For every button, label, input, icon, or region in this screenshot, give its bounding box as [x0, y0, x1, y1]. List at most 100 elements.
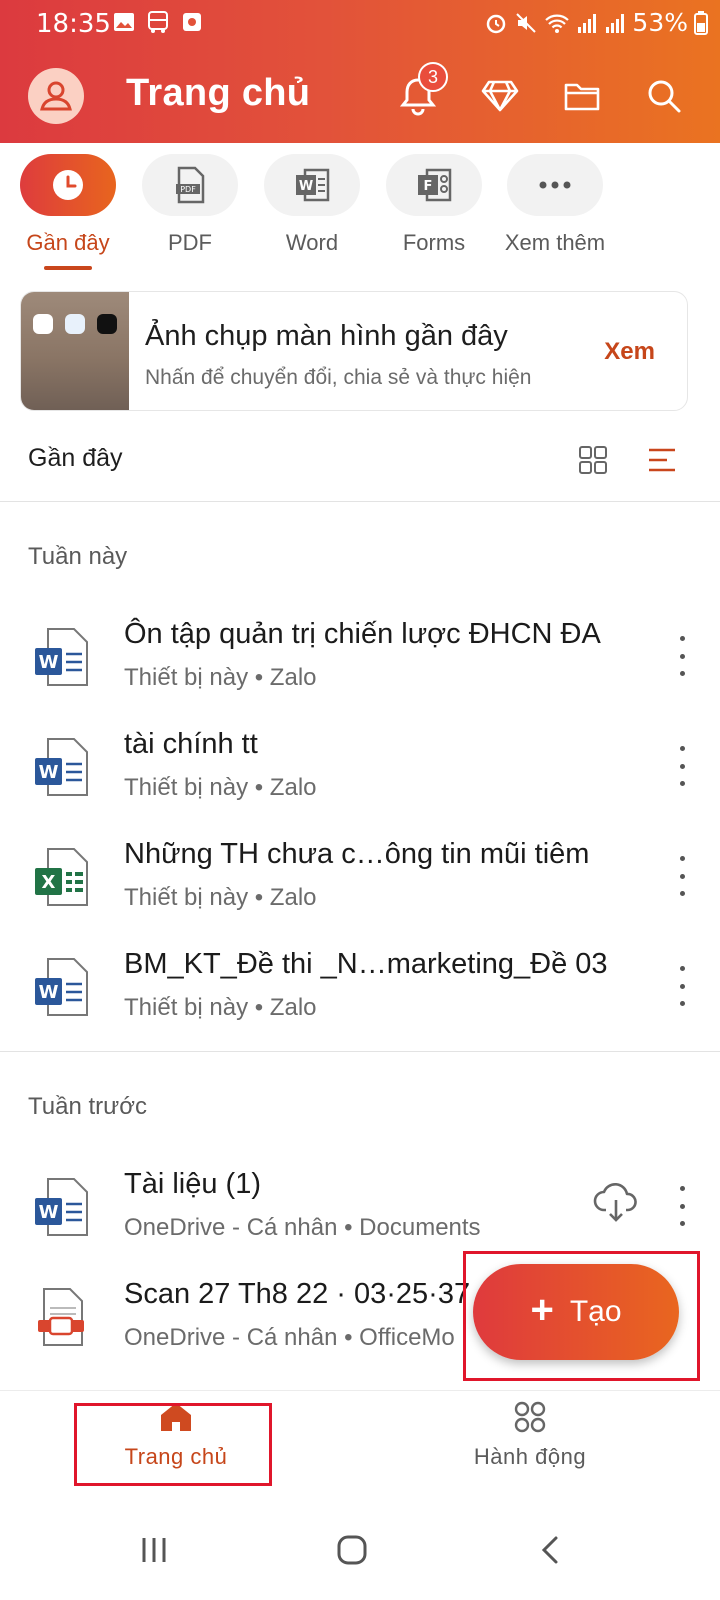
- signal-2-icon: [606, 13, 625, 33]
- file-name: Những TH chưa c…ông tin mũi tiêm: [124, 838, 590, 870]
- file-location: OneDrive - Cá nhân • Documents: [124, 1214, 481, 1241]
- screenshot-thumbnail: [21, 292, 129, 410]
- system-navigation-bar: [0, 1500, 720, 1600]
- onedrive-app-icon: [65, 314, 85, 334]
- category-pill: [507, 154, 603, 216]
- nav-actions-label: Hành động: [473, 1444, 587, 1469]
- category-label: PDF: [168, 230, 212, 255]
- home-circle-icon: [337, 1535, 367, 1565]
- file-name: Ôn tập quản trị chiến lược ĐHCN ĐA: [124, 618, 601, 650]
- category-pill: [20, 154, 116, 216]
- back-button[interactable]: [520, 1520, 580, 1580]
- search-button[interactable]: [636, 68, 692, 124]
- recent-screenshot-card[interactable]: Ảnh chụp màn hình gần đây Nhấn để chuyển…: [20, 291, 688, 411]
- file-name: Tài liệu (1): [124, 1168, 261, 1200]
- status-system-icons: 53%: [484, 8, 708, 37]
- svg-text:PDF: PDF: [180, 185, 196, 194]
- category-label: Xem thêm: [504, 230, 606, 255]
- word-file-icon: W: [35, 958, 88, 1016]
- file-row[interactable]: W Tài liệu (1) OneDrive - Cá nhân • Docu…: [0, 1148, 720, 1258]
- more-horizontal-icon: [539, 181, 571, 189]
- notification-badge: 3: [418, 62, 448, 92]
- category-forms[interactable]: F Forms: [374, 154, 494, 274]
- file-more-options-button[interactable]: [670, 856, 694, 896]
- status-time: 18:35: [36, 9, 111, 39]
- recent-apps-button[interactable]: [124, 1520, 184, 1580]
- svg-text:F: F: [424, 179, 433, 194]
- recent-apps-icon: [142, 1538, 166, 1562]
- screenshot-card-subtitle: Nhấn để chuyển đổi, chia sẻ và thực hiện: [145, 366, 532, 389]
- battery-level: 53%: [632, 8, 688, 37]
- folder-button[interactable]: [554, 68, 610, 124]
- section-title-last-week: Tuần trước: [28, 1093, 147, 1120]
- file-location: Thiết bị này • Zalo: [124, 994, 317, 1021]
- premium-button[interactable]: [472, 68, 528, 124]
- user-icon: [40, 81, 72, 111]
- bus-icon: [148, 11, 168, 33]
- view-screenshot-button[interactable]: Xem: [604, 338, 655, 366]
- pdf-icon: PDF: [176, 166, 205, 204]
- category-pill: F: [386, 154, 482, 216]
- section-divider: [0, 1051, 720, 1052]
- svg-text:W: W: [39, 762, 59, 783]
- scan-file-icon: [38, 1288, 84, 1346]
- category-label: Forms: [402, 230, 466, 255]
- category-filter-row: Gần đây PDF PDF W Word F Forms Xem thêm: [0, 154, 720, 274]
- file-row[interactable]: W Ôn tập quản trị chiến lược ĐHCN ĐA Thi…: [0, 598, 720, 708]
- svg-text:W: W: [39, 982, 59, 1003]
- svg-text:W: W: [39, 652, 59, 673]
- file-more-options-button[interactable]: [670, 1186, 694, 1226]
- cloud-download-icon[interactable]: [592, 1178, 640, 1226]
- file-name: Scan 27 Th8 22 · 03·25·37: [124, 1278, 471, 1310]
- plus-icon: +: [530, 1287, 554, 1332]
- back-chevron-icon: [541, 1536, 558, 1564]
- file-name: BM_KT_Đề thi _N…marketing_Đề 03: [124, 948, 608, 980]
- svg-text:W: W: [299, 179, 313, 194]
- home-system-button[interactable]: [322, 1520, 382, 1580]
- forms-icon: F: [418, 168, 452, 202]
- grid-icon: [579, 446, 607, 474]
- create-button[interactable]: + Tạo: [473, 1264, 679, 1360]
- screen-record-icon: [183, 13, 201, 31]
- list-icon: [649, 448, 675, 472]
- active-category-indicator: [44, 266, 92, 270]
- recent-heading: Gần đây: [28, 444, 123, 472]
- create-button-label: Tạo: [569, 1295, 622, 1328]
- netflix-app-icon: [97, 314, 117, 334]
- file-row[interactable]: W tài chính tt Thiết bị này • Zalo: [0, 708, 720, 818]
- file-row[interactable]: W BM_KT_Đề thi _N…marketing_Đề 03 Thiết …: [0, 928, 720, 1038]
- apps-grid-icon: [514, 1401, 546, 1433]
- page-title: Trang chủ: [126, 72, 311, 114]
- category-more[interactable]: Xem thêm: [495, 154, 615, 274]
- recent-toolbar: Gần đây: [0, 430, 720, 502]
- clock-icon: [53, 170, 83, 200]
- category-recent[interactable]: Gần đây: [8, 154, 128, 274]
- battery-icon: [694, 10, 708, 35]
- file-more-options-button[interactable]: [670, 746, 694, 786]
- category-word[interactable]: W Word: [252, 154, 372, 274]
- alarm-icon: [487, 14, 506, 33]
- category-pdf[interactable]: PDF PDF: [130, 154, 250, 274]
- notifications-button[interactable]: 3: [390, 62, 448, 124]
- file-location: Thiết bị này • Zalo: [124, 884, 317, 911]
- status-notification-icons: [112, 10, 204, 34]
- file-more-options-button[interactable]: [670, 636, 694, 676]
- category-pill: W: [264, 154, 360, 216]
- grid-view-button[interactable]: [571, 438, 615, 482]
- folder-icon: [564, 83, 600, 111]
- home-nav-highlight: [74, 1403, 272, 1486]
- file-row[interactable]: X Những TH chưa c…ông tin mũi tiêm Thiết…: [0, 818, 720, 928]
- screenshot-card-title: Ảnh chụp màn hình gần đây: [145, 320, 508, 352]
- file-location: Thiết bị này • Zalo: [124, 774, 317, 801]
- mute-icon: [516, 12, 537, 33]
- category-label: Word: [285, 230, 339, 255]
- word-file-icon: W: [35, 628, 88, 686]
- list-view-button[interactable]: [640, 438, 684, 482]
- category-pill: PDF: [142, 154, 238, 216]
- file-more-options-button[interactable]: [670, 966, 694, 1006]
- word-file-icon: W: [35, 1178, 88, 1236]
- svg-text:X: X: [42, 872, 56, 893]
- avatar[interactable]: [28, 68, 84, 124]
- nav-actions[interactable]: Hành động: [430, 1401, 630, 1491]
- status-bar: 18:35 53%: [0, 0, 720, 46]
